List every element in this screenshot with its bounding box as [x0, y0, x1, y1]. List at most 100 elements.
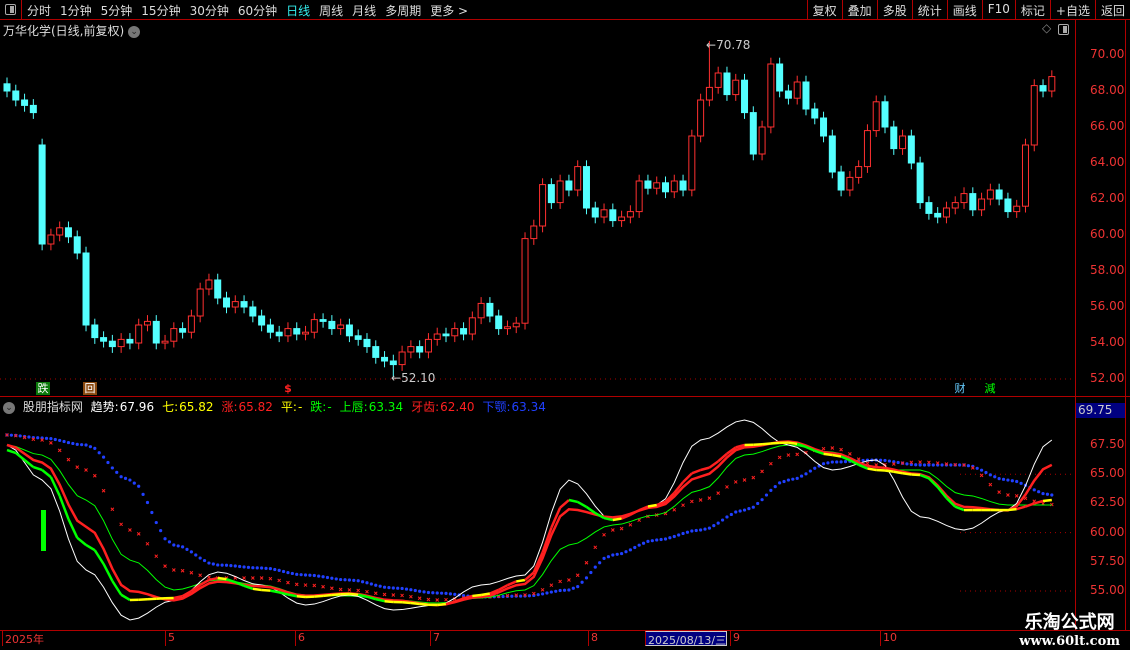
jaw-dot [628, 548, 632, 552]
chart-canvas[interactable] [0, 0, 1130, 650]
teeth-mark [110, 507, 115, 512]
teeth-mark [321, 584, 325, 589]
jaw-dot [905, 462, 909, 466]
indicator-label: 七: [162, 400, 179, 414]
watermark-url: www.60lt.com [1019, 634, 1120, 649]
teeth-mark [180, 568, 185, 573]
candle-down [240, 301, 248, 308]
jaw-dot [1041, 491, 1045, 496]
jaw-dot [132, 481, 136, 485]
teeth-mark [119, 522, 123, 527]
high-value: 70.78 [716, 38, 751, 52]
indicator-name[interactable]: 股朋指标网 [23, 400, 83, 414]
date-tick: 2025年 [2, 631, 44, 646]
qi-line-segment [85, 543, 96, 552]
candle-down [784, 90, 792, 99]
price-tick: 64.00 [1090, 155, 1125, 169]
candle-up [205, 279, 213, 290]
candle-down [969, 193, 977, 211]
candle-up [960, 193, 968, 204]
jaw-dot [993, 475, 997, 479]
jaw-dot [567, 588, 571, 592]
jaw-dot [931, 463, 935, 467]
candle-down [82, 252, 90, 326]
qi-line-segment [919, 473, 930, 480]
candle-down [925, 202, 933, 214]
jaw-dot [159, 529, 163, 533]
indicator-item: 牙齿:62.40 [411, 400, 478, 414]
jaw-dot [663, 537, 668, 541]
watermark: 乐淘公式网 www.60lt.com [1019, 608, 1120, 649]
jaw-dot [145, 500, 150, 505]
qi-line-segment [322, 593, 332, 598]
candle-down [328, 320, 336, 330]
jaw-dot [418, 589, 422, 593]
teeth-mark [619, 526, 624, 531]
teeth-mark [128, 528, 132, 532]
candle-down [64, 227, 72, 238]
teeth-mark [610, 528, 615, 532]
jaw-dot [734, 510, 738, 514]
candle-down [126, 338, 134, 344]
teeth-mark [259, 576, 264, 580]
indicator-label: 下颚: [482, 400, 511, 414]
teeth-mark [347, 588, 352, 592]
qi-line-segment [410, 601, 420, 606]
candle-up [47, 234, 55, 245]
jaw-dot [435, 591, 439, 595]
candle-down [811, 108, 819, 119]
candle-down [21, 99, 29, 106]
qi-line-segment [700, 466, 710, 472]
candle-down [741, 79, 749, 114]
qi-line-segment [419, 602, 429, 606]
candle-down [995, 189, 1003, 200]
teeth-mark [409, 594, 413, 599]
candle-up [302, 331, 310, 335]
candle-down [486, 302, 494, 317]
jaw-dot [176, 544, 180, 548]
candle-down [100, 337, 108, 342]
jaw-dot [668, 536, 672, 540]
qi-line-segment [753, 442, 763, 447]
candle-down [416, 346, 424, 353]
jaw-dot [795, 476, 799, 480]
teeth-mark [593, 545, 598, 550]
jaw-dot [725, 515, 729, 519]
jaw-dot [606, 555, 611, 559]
jaw-dot [321, 575, 325, 579]
jaw-dot [1001, 477, 1006, 481]
candle-up [556, 180, 564, 204]
candle-up [143, 320, 151, 326]
jaw-dot [624, 550, 628, 554]
indicator-label: 涨: [221, 400, 238, 414]
indicator-header: ⌄ 股朋指标网 趋势:67.96 七:65.82 涨:65.82 平:- 跌:- 上唇:6… [3, 398, 558, 415]
chevron-down-icon[interactable]: ⌄ [3, 401, 15, 414]
jaw-dot [308, 573, 312, 577]
jaw-dot [835, 460, 839, 464]
candle-up [1030, 85, 1038, 146]
candle-down [907, 135, 915, 164]
current-date-label: 2025/08/13/三 [645, 631, 728, 647]
jaw-dot [738, 509, 742, 513]
teeth-mark [777, 455, 782, 460]
indicator-item: 下颚:63.34 [482, 400, 549, 414]
jaw-dot [620, 551, 624, 556]
date-tick: 6 [295, 631, 305, 646]
jaw-dot [101, 455, 106, 459]
teeth-mark [575, 573, 580, 578]
jaw-dot [729, 512, 733, 517]
jaw-dot [303, 573, 308, 577]
teeth-mark [189, 570, 194, 575]
qi-line-segment [823, 452, 833, 457]
jaw-dot [922, 463, 927, 467]
price-tick: 68.00 [1090, 83, 1125, 97]
candle-down [609, 209, 617, 222]
date-tick: 5 [165, 631, 175, 646]
jaw-dot [782, 479, 786, 484]
teeth-mark [628, 522, 633, 527]
jaw-dot [813, 466, 817, 470]
teeth-mark [312, 583, 317, 588]
candle-down [249, 306, 257, 317]
qi-line-segment [867, 467, 877, 472]
indicator-value: 65.82 [179, 400, 214, 414]
